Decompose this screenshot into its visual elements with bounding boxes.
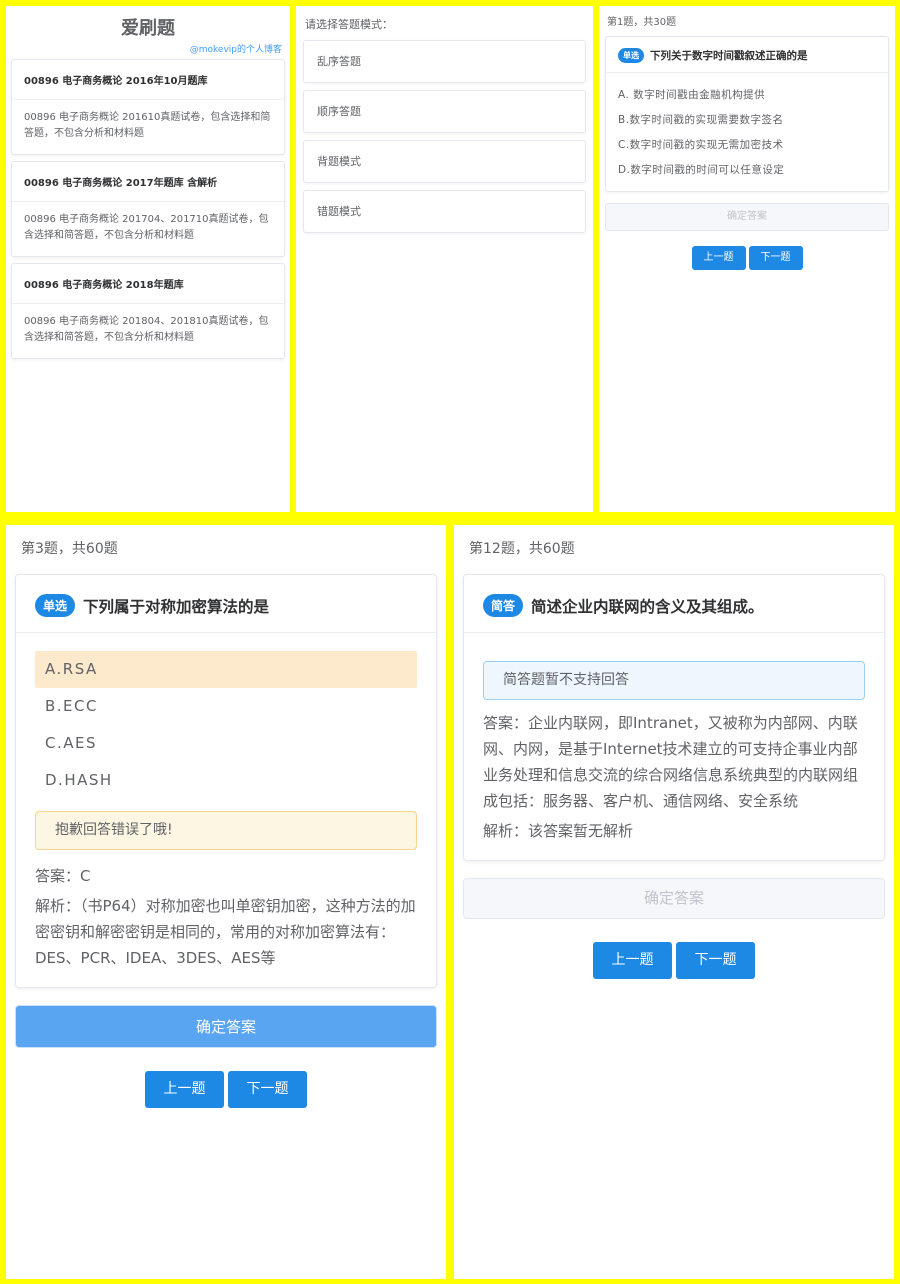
option-a[interactable]: A. 数字时间戳由金融机构提供	[618, 83, 876, 108]
option-b[interactable]: B.ECC	[35, 688, 417, 725]
option-list: A. 数字时间戳由金融机构提供 B.数字时间戳的实现需要数字签名 C.数字时间戳…	[606, 73, 888, 191]
question-title: 下列关于数字时间戳叙述正确的是	[650, 50, 808, 62]
bank-name[interactable]: 00896 电子商务概论 2018年题库	[12, 264, 284, 304]
mode-random[interactable]: 乱序答题	[303, 40, 586, 83]
bank-description: 00896 电子商务概论 201610真题试卷，包含选择和简答题，不包含分析和材…	[24, 112, 271, 139]
mode-mistakes[interactable]: 错题模式	[303, 190, 586, 233]
question-counter: 第3题，共60题	[21, 541, 118, 557]
answer-analysis: 解析：（书P64）对称加密也叫单密钥加密，这种方法的加密密钥和解密密钥是相同的，…	[35, 897, 416, 967]
question-type-badge: 单选	[35, 594, 76, 617]
next-question-button[interactable]: 下一题	[228, 1071, 307, 1108]
question-body: A.RSA B.ECC C.AES D.HASH 抱歉回答错误了哦! 答案：C …	[16, 633, 436, 987]
wrong-answer-alert: 抱歉回答错误了哦!	[35, 811, 417, 850]
quiz-panel-wrong-answer: 第3题，共60题 单选 下列属于对称加密算法的是 A.RSA B.ECC C.A…	[6, 525, 446, 1279]
question-title: 简述企业内联网的含义及其组成。	[531, 597, 764, 616]
question-nav: 上一题 下一题	[454, 942, 894, 979]
question-card: 简答 简述企业内联网的含义及其组成。 简答题暂不支持回答 答案：企业内联网，即I…	[463, 574, 885, 861]
correct-answer: 答案：C	[35, 867, 91, 885]
prev-question-button[interactable]: 上一题	[145, 1071, 224, 1108]
question-type-badge: 单选	[618, 48, 644, 63]
bank-name[interactable]: 00896 电子商务概论 2017年题库 含解析	[12, 162, 284, 202]
option-c[interactable]: C.AES	[35, 725, 417, 762]
question-header: 简答 简述企业内联网的含义及其组成。	[464, 575, 884, 633]
bank-card[interactable]: 00896 电子商务概论 2017年题库 含解析 00896 电子商务概论 20…	[11, 161, 285, 257]
bank-card[interactable]: 00896 电子商务概论 2016年10月题库 00896 电子商务概论 201…	[11, 59, 285, 155]
correct-answer: 答案：企业内联网，即Intranet，又被称为内部网、内联网、内网，是基于Int…	[483, 714, 859, 810]
mode-prompt: 请选择答题模式：	[305, 18, 393, 31]
question-card: 单选 下列关于数字时间戳叙述正确的是 A. 数字时间戳由金融机构提供 B.数字时…	[605, 36, 889, 192]
question-type-badge: 简答	[483, 594, 524, 617]
question-body: 简答题暂不支持回答 答案：企业内联网，即Intranet，又被称为内部网、内联网…	[464, 633, 884, 860]
prev-question-button[interactable]: 上一题	[691, 246, 746, 270]
mode-sequential[interactable]: 顺序答题	[303, 90, 586, 133]
confirm-answer-button[interactable]: 确定答案	[463, 878, 885, 919]
bank-description: 00896 电子商务概论 201804、201810真题试卷，包含选择和简答题，…	[24, 316, 269, 343]
question-nav: 上一题 下一题	[599, 246, 895, 270]
blog-link[interactable]: @mokevip的个人博客	[6, 42, 282, 55]
quiz-panel-small: 第1题，共30题 单选 下列关于数字时间戳叙述正确的是 A. 数字时间戳由金融机…	[599, 6, 895, 512]
answer-analysis: 解析：该答案暂无解析	[483, 822, 634, 840]
option-c[interactable]: C.数字时间戳的实现无需加密技术	[618, 133, 876, 158]
next-question-button[interactable]: 下一题	[676, 942, 755, 979]
option-d[interactable]: D.数字时间戳的时间可以任意设定	[618, 158, 876, 183]
bank-card[interactable]: 00896 电子商务概论 2018年题库 00896 电子商务概论 201804…	[11, 263, 285, 359]
question-header: 单选 下列关于数字时间戳叙述正确的是	[606, 37, 888, 73]
bank-list-panel: 爱刷题 @mokevip的个人博客 00896 电子商务概论 2016年10月题…	[6, 6, 290, 512]
question-nav: 上一题 下一题	[6, 1071, 446, 1108]
bank-description: 00896 电子商务概论 201704、201710真题试卷，包含选择和简答题，…	[24, 214, 269, 241]
question-card: 单选 下列属于对称加密算法的是 A.RSA B.ECC C.AES D.HASH…	[15, 574, 437, 988]
bank-name[interactable]: 00896 电子商务概论 2016年10月题库	[12, 60, 284, 100]
prev-question-button[interactable]: 上一题	[593, 942, 672, 979]
app-title: 爱刷题	[121, 18, 175, 39]
question-header: 单选 下列属于对称加密算法的是	[16, 575, 436, 633]
next-question-button[interactable]: 下一题	[748, 246, 803, 270]
option-a-selected[interactable]: A.RSA	[35, 651, 417, 688]
confirm-answer-button[interactable]: 确定答案	[15, 1005, 437, 1048]
mode-select-panel: 请选择答题模式： 乱序答题 顺序答题 背题模式 错题模式	[296, 6, 593, 512]
question-counter: 第12题，共60题	[469, 541, 575, 557]
mode-memorize[interactable]: 背题模式	[303, 140, 586, 183]
option-d[interactable]: D.HASH	[35, 762, 417, 799]
option-b[interactable]: B.数字时间戳的实现需要数字签名	[618, 108, 876, 133]
essay-unsupported-notice: 简答题暂不支持回答	[483, 661, 865, 700]
quiz-panel-essay: 第12题，共60题 简答 简述企业内联网的含义及其组成。 简答题暂不支持回答 答…	[454, 525, 894, 1279]
question-title: 下列属于对称加密算法的是	[83, 597, 270, 616]
question-counter: 第1题，共30题	[607, 17, 677, 28]
confirm-answer-button[interactable]: 确定答案	[605, 203, 889, 231]
